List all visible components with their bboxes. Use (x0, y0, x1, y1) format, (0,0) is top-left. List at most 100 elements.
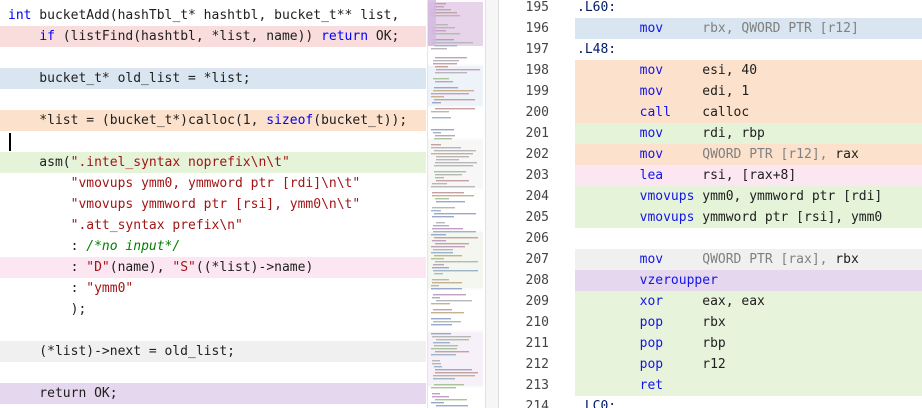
source-line[interactable]: return OK; (0, 383, 426, 404)
assembly-line[interactable]: 196 mov rbx, QWORD PTR [r12] (500, 18, 922, 39)
assembly-line[interactable]: 197 .L48: (500, 39, 922, 60)
code-token: rbx (702, 315, 726, 330)
assembly-code: pop r12 (575, 354, 922, 375)
source-line[interactable]: "vmovups ymmword ptr [rsi], ymm0\n\t" (0, 194, 426, 215)
code-token: OK; (368, 29, 400, 44)
code-token: ".intel_syntax noprefix\n\t" (70, 155, 290, 170)
source-editor[interactable]: int bucketAdd(hashTbl_t* hashtbl, bucket… (0, 0, 426, 408)
assembly-line[interactable]: 212 pop r12 (500, 354, 922, 375)
assembly-code: mov edi, 1 (575, 81, 922, 102)
assembly-code: ret (575, 375, 922, 396)
assembly-line[interactable]: 198 mov esi, 40 (500, 60, 922, 81)
code-token: /*no input*/ (86, 239, 181, 254)
code-token: mov (639, 252, 664, 267)
source-line[interactable]: : "ymm0" (0, 278, 426, 299)
assembly-line[interactable]: 211 pop rbp (500, 333, 922, 354)
source-line[interactable]: : /*no input*/ (0, 236, 426, 257)
code-token: (bucket_t)); (313, 113, 408, 128)
assembly-line[interactable]: 208 vzeroupper (500, 270, 922, 291)
assembly-line[interactable]: 209 xor eax, eax (500, 291, 922, 312)
code-token: calloc (702, 105, 750, 120)
code-token: rbp (702, 336, 726, 351)
assembly-line[interactable]: 199 mov edi, 1 (500, 81, 922, 102)
code-token: ((*list)->name) (195, 260, 314, 275)
line-number: 205 (500, 207, 549, 228)
assembly-line[interactable]: 202 mov QWORD PTR [r12], rax (500, 144, 922, 165)
code-token: pop (639, 336, 664, 351)
source-minimap[interactable] (427, 0, 483, 408)
source-line[interactable] (0, 131, 426, 152)
source-line[interactable] (0, 362, 426, 383)
assembly-line[interactable]: 200 call calloc (500, 102, 922, 123)
line-number: 203 (500, 165, 549, 186)
code-token: bucket_t* old_list = *list; (8, 71, 251, 86)
code-token: QWORD PTR [r12], (663, 147, 836, 162)
code-token: "vmovups ymmword ptr [rsi], ymm0\n\t" (70, 197, 361, 212)
code-token: ymm0, ymmword ptr [rdi] (702, 189, 883, 204)
source-scrollbar[interactable] (485, 0, 499, 408)
code-token: rbx, QWORD PTR [r12] (663, 21, 859, 36)
line-number: 207 (500, 249, 549, 270)
assembly-line[interactable]: 195 .L60: (500, 0, 922, 18)
assembly-line[interactable]: 201 mov rdi, rbp (500, 123, 922, 144)
assembly-line[interactable]: 213 ret (500, 375, 922, 396)
line-number: 211 (500, 333, 549, 354)
assembly-line[interactable]: 205 vmovups ymmword ptr [rsi], ymm0 (500, 207, 922, 228)
source-line[interactable]: "vmovups ymm0, ymmword ptr [rdi]\n\t" (0, 173, 426, 194)
code-token: r12 (702, 357, 726, 372)
code-token: *list = (bucket_t*)calloc(1, (8, 113, 267, 128)
code-token: lea (639, 168, 664, 183)
code-token: rsi, [rax+8] (702, 168, 797, 183)
assembly-line[interactable]: 207 mov QWORD PTR [rax], rbx (500, 249, 922, 270)
assembly-line[interactable]: 203 lea rsi, [rax+8] (500, 165, 922, 186)
assembly-line[interactable]: 214 .LC0: (500, 396, 922, 408)
source-line[interactable]: ); (0, 299, 426, 320)
code-token: mov (639, 84, 664, 99)
assembly-line[interactable]: 204 vmovups ymm0, ymmword ptr [rdi] (500, 186, 922, 207)
code-token: ); (8, 302, 87, 317)
source-line[interactable]: : "D"(name), "S"((*list)->name) (0, 257, 426, 278)
assembly-line[interactable]: 206 (500, 228, 922, 249)
source-line[interactable]: (*list)->next = old_list; (0, 341, 426, 362)
source-line[interactable] (0, 47, 426, 68)
assembly-code: vmovups ymm0, ymmword ptr [rdi] (575, 186, 922, 207)
line-number: 208 (500, 270, 549, 291)
code-token: return (321, 29, 369, 44)
code-token: (listFind(hashtbl, *list, name)) (54, 29, 322, 44)
assembly-line[interactable]: 210 pop rbx (500, 312, 922, 333)
line-number: 202 (500, 144, 549, 165)
code-token: mov (639, 126, 664, 141)
code-token: : (8, 281, 87, 296)
code-token: .L60: (577, 0, 617, 15)
line-number: 206 (500, 228, 549, 249)
line-number: 214 (500, 396, 549, 408)
source-line[interactable]: if (listFind(hashtbl, *list, name)) retu… (0, 26, 426, 47)
assembly-code: pop rbx (575, 312, 922, 333)
code-token: "S" (172, 260, 196, 275)
source-line[interactable]: *list = (bucket_t*)calloc(1, sizeof(buck… (0, 110, 426, 131)
source-line[interactable]: asm(".intel_syntax noprefix\n\t" (0, 152, 426, 173)
source-line[interactable]: bucket_t* old_list = *list; (0, 68, 426, 89)
source-line[interactable] (0, 320, 426, 341)
source-line[interactable]: int bucketAdd(hashTbl_t* hashtbl, bucket… (0, 5, 426, 26)
source-line[interactable]: ".att_syntax prefix\n" (0, 215, 426, 236)
text-cursor (9, 133, 11, 151)
source-line[interactable] (0, 89, 426, 110)
assembly-output[interactable]: 195 .L60: 196 mov rbx, QWORD PTR [r12] 197.… (500, 0, 922, 408)
code-token: .L48: (577, 42, 617, 57)
code-token: : (8, 260, 87, 275)
line-number: 204 (500, 186, 549, 207)
